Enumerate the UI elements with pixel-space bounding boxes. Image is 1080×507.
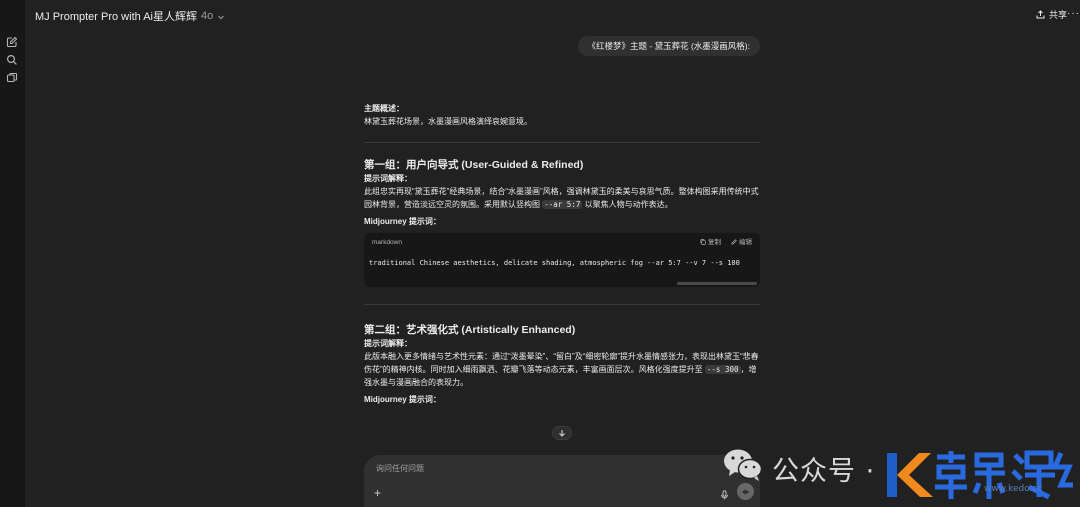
code-block: markdown 复制 编辑 traditional Chinese aesth… xyxy=(364,233,760,287)
group2-explain-text: 此版本融入更多情绪与艺术性元素：通过“泼墨晕染”、“留白”及“细密轮廓”提升水墨… xyxy=(364,350,760,389)
top-bar: MJ Prompter Pro with Ai星人辉辉 4o 共享 ··· xyxy=(25,0,1080,30)
copy-icon xyxy=(700,239,706,245)
arrow-down-icon xyxy=(559,430,565,437)
library-icon[interactable] xyxy=(6,72,18,84)
left-rail xyxy=(0,0,25,507)
copy-label: 复制 xyxy=(708,238,721,246)
code-block-header: markdown 复制 编辑 xyxy=(364,233,760,251)
composer: + xyxy=(364,455,760,507)
group2-explain-title: 提示词解释： xyxy=(364,339,412,348)
chevron-down-icon xyxy=(217,12,225,20)
group1-explain-after: 以聚焦人物与动作表达。 xyxy=(582,200,673,209)
model-name: MJ Prompter Pro with Ai星人辉辉 xyxy=(35,11,197,23)
edit-icon xyxy=(731,239,737,245)
scroll-to-bottom-button[interactable] xyxy=(552,426,572,440)
edit-label: 编辑 xyxy=(739,238,752,246)
copy-button[interactable]: 复制 xyxy=(700,236,721,249)
search-icon[interactable] xyxy=(6,54,18,66)
prompt-input[interactable] xyxy=(376,464,676,473)
group2-inline-code: --s 300 xyxy=(704,365,741,374)
watermark-url: www.kedo.cc xyxy=(984,484,1043,494)
microphone-icon[interactable] xyxy=(720,487,729,500)
assistant-response: 主题概述： 林黛玉葬花场景，水墨漫画风格演绎哀婉意境。 第一组：用户向导式 (U… xyxy=(364,102,760,406)
share-button[interactable]: 共享 xyxy=(1036,8,1067,21)
group2-explain-before: 此版本融入更多情绪与艺术性元素：通过“泼墨晕染”、“留白”及“细密轮廓”提升水墨… xyxy=(364,352,759,374)
model-version: 4o xyxy=(200,10,214,22)
group1-explain-text: 此组忠实再现“黛玉葬花”经典场景，结合“水墨漫画”风格，强调林黛玉的柔美与哀思气… xyxy=(364,185,760,211)
share-label: 共享 xyxy=(1048,10,1067,20)
waveform-icon xyxy=(742,489,749,494)
theme-title: 主题概述： xyxy=(364,104,404,113)
section-divider xyxy=(364,142,760,143)
group1-heading: 第一组：用户向导式 (User-Guided & Refined) xyxy=(364,159,584,171)
group2-heading: 第二组：艺术强化式 (Artistically Enhanced) xyxy=(364,324,576,336)
model-picker[interactable]: MJ Prompter Pro with Ai星人辉辉 4o xyxy=(35,8,225,24)
share-icon xyxy=(1036,10,1045,19)
horizontal-scrollbar[interactable] xyxy=(677,282,757,285)
add-attachment-button[interactable]: + xyxy=(374,486,381,500)
code-language-label: markdown xyxy=(372,238,402,246)
code-content: traditional Chinese aesthetics, delicate… xyxy=(369,259,740,267)
watermark-text: 公众号 · xyxy=(772,456,876,487)
new-chat-icon[interactable] xyxy=(6,36,18,48)
group1-explain-title: 提示词解释： xyxy=(364,174,412,183)
group1-prompt-title: Midjourney 提示词： xyxy=(364,217,441,226)
theme-text: 林黛玉葬花场景，水墨漫画风格演绎哀婉意境。 xyxy=(364,117,532,126)
brand-logo-icon xyxy=(887,450,1073,500)
group2-prompt-title: Midjourney 提示词： xyxy=(364,395,441,404)
section-divider xyxy=(364,304,760,305)
group1-inline-code: --ar 5:7 xyxy=(542,200,583,209)
send-button[interactable] xyxy=(737,483,754,500)
more-options-button[interactable]: ··· xyxy=(1067,8,1080,19)
watermark: 公众号 · www.kedo.cc xyxy=(722,442,1080,507)
edit-button[interactable]: 编辑 xyxy=(731,236,752,249)
user-message-bubble: 《红楼梦》主题 - 黛玉葬花 (水墨漫画风格): xyxy=(577,36,760,56)
